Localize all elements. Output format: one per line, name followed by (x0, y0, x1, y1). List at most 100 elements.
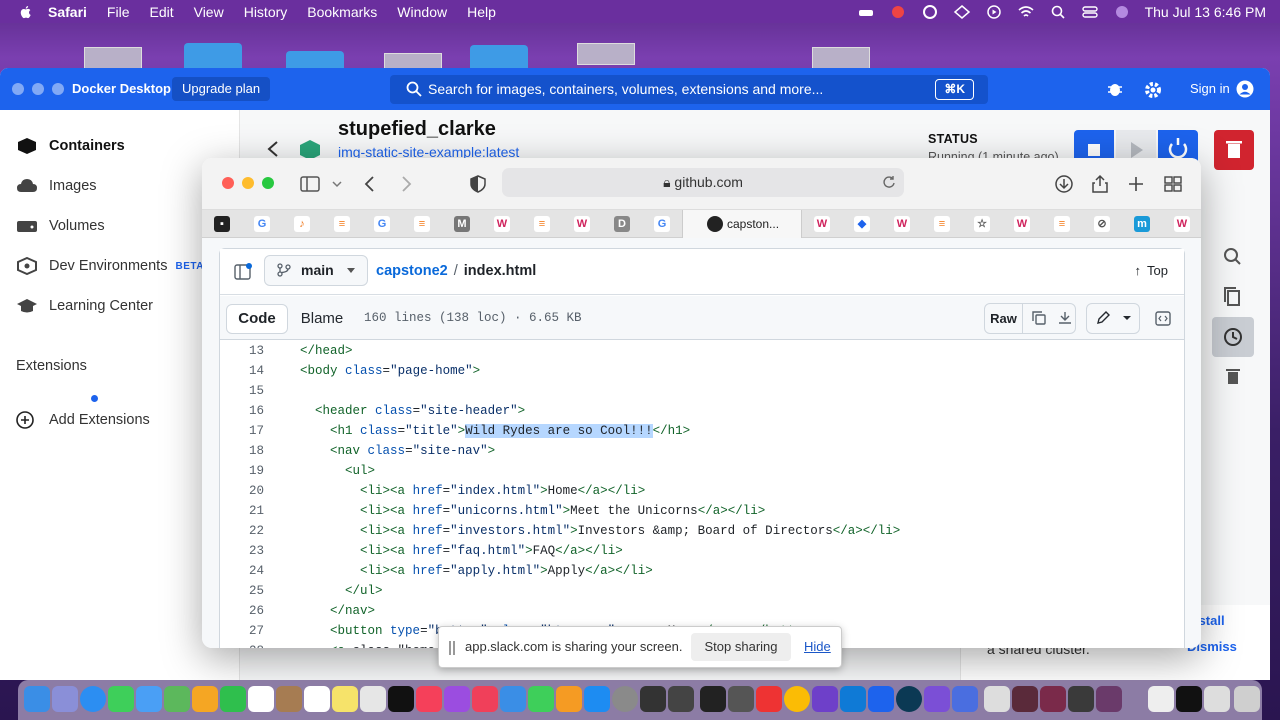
tab-favicon[interactable]: ♪ (294, 216, 310, 232)
history-button[interactable] (1212, 317, 1254, 357)
code-line[interactable]: 18 <nav class="site-nav"> (220, 441, 1184, 461)
share-icon[interactable] (1090, 174, 1110, 194)
bug-icon[interactable] (1106, 80, 1124, 98)
freeform-icon[interactable] (360, 686, 386, 712)
search-logs-button[interactable] (1212, 237, 1254, 277)
visual-studio-icon[interactable] (924, 686, 950, 712)
raw-button[interactable]: Raw (985, 304, 1023, 333)
copy-icon[interactable] (1031, 310, 1047, 326)
line-number[interactable]: 23 (220, 541, 264, 561)
terminal-icon[interactable] (700, 686, 726, 712)
photos-icon[interactable] (192, 686, 218, 712)
pencil-icon[interactable] (1095, 310, 1111, 326)
stackoverflow-tab-icon[interactable]: ≡ (1054, 216, 1070, 232)
tab-favicon[interactable]: W (814, 216, 830, 232)
back-arrow-icon[interactable] (266, 140, 280, 158)
menu-edit[interactable]: Edit (149, 4, 173, 20)
line-number[interactable]: 21 (220, 501, 264, 521)
code-line[interactable]: 17 <h1 class="title">Wild Rydes are so C… (220, 421, 1184, 441)
line-number[interactable]: 20 (220, 481, 264, 501)
launchpad-icon[interactable] (52, 686, 78, 712)
zoom-window-button[interactable] (52, 83, 64, 95)
line-number[interactable]: 15 (220, 381, 264, 401)
tab-favicon[interactable]: D (614, 216, 630, 232)
maps-icon[interactable] (164, 686, 190, 712)
repo-link[interactable]: capstone2 (376, 263, 448, 279)
app-icon[interactable] (640, 686, 666, 712)
docker-tab-icon[interactable]: ◆ (854, 216, 870, 232)
menu-bookmarks[interactable]: Bookmarks (307, 4, 377, 20)
search-icon[interactable] (1049, 5, 1067, 19)
google-tab-icon[interactable]: G (654, 216, 670, 232)
google-tab-icon[interactable]: G (374, 216, 390, 232)
close-window-button[interactable] (222, 177, 234, 189)
desktop-thumbnail[interactable] (812, 47, 870, 69)
control-center-icon[interactable] (1081, 5, 1099, 19)
stop-sharing-button[interactable]: Stop sharing (691, 633, 791, 661)
chevron-down-icon[interactable] (330, 174, 344, 194)
desktop-thumbnail[interactable] (384, 53, 442, 69)
document-thumbnail[interactable] (1176, 686, 1202, 712)
music-icon[interactable] (416, 686, 442, 712)
app-store-icon[interactable] (584, 686, 610, 712)
app-icon[interactable] (728, 686, 754, 712)
wifi-icon[interactable] (1017, 5, 1035, 19)
code-tab[interactable]: Code (226, 304, 288, 334)
copy-button[interactable] (1212, 277, 1254, 317)
sidebar-item-volumes[interactable]: Volumes (16, 217, 105, 235)
line-number[interactable]: 22 (220, 521, 264, 541)
gear-icon[interactable] (1143, 80, 1163, 100)
vpn-icon[interactable] (953, 4, 971, 19)
branch-selector[interactable]: main (264, 255, 368, 286)
upgrade-plan-button[interactable]: Upgrade plan (172, 77, 271, 101)
line-number[interactable]: 25 (220, 581, 264, 601)
github-desktop-icon[interactable] (812, 686, 838, 712)
messages-icon[interactable] (108, 686, 134, 712)
siri-icon[interactable] (1113, 5, 1131, 19)
facetime-icon[interactable] (220, 686, 246, 712)
sidebar-item-images[interactable]: Images (16, 177, 97, 195)
downloads-icon[interactable] (1054, 174, 1074, 194)
trash-icon[interactable] (1234, 686, 1260, 712)
symbols-panel-icon[interactable] (1150, 303, 1176, 334)
code-line[interactable]: 19 <ul> (220, 461, 1184, 481)
code-line[interactable]: 13 </head> (220, 341, 1184, 361)
clear-logs-button[interactable] (1212, 357, 1254, 397)
finder-icon[interactable] (24, 686, 50, 712)
desktop-thumbnail[interactable] (84, 47, 142, 69)
sidebar-item-learning-center[interactable]: Learning Center (16, 297, 153, 315)
mail-icon[interactable] (136, 686, 162, 712)
code-line[interactable]: 26 </nav> (220, 601, 1184, 621)
code-listing[interactable]: 13 </head> 14 <body class="page-home"> 15 16 … (220, 341, 1184, 648)
menu-file[interactable]: File (107, 4, 130, 20)
pages-icon[interactable] (556, 686, 582, 712)
close-window-button[interactable] (12, 83, 24, 95)
app-icon[interactable] (984, 686, 1010, 712)
reminders-icon[interactable] (304, 686, 330, 712)
cloud-status-icon[interactable] (889, 5, 907, 19)
desktop-thumbnail[interactable] (577, 43, 635, 65)
creative-cloud-icon[interactable] (921, 4, 939, 19)
compass-icon[interactable]: ⊘ (1094, 216, 1110, 232)
menu-app-name[interactable]: Safari (48, 4, 87, 20)
document-thumbnail[interactable] (1148, 686, 1174, 712)
tab-favicon[interactable]: M (454, 216, 470, 232)
menu-help[interactable]: Help (467, 4, 496, 20)
drag-handle-icon[interactable] (449, 641, 455, 655)
numbers-icon[interactable] (528, 686, 554, 712)
file-tree-toggle-icon[interactable] (234, 263, 252, 281)
minimize-window-button[interactable] (242, 177, 254, 189)
line-number[interactable]: 26 (220, 601, 264, 621)
code-line[interactable]: 16 <header class="site-header"> (220, 401, 1184, 421)
minimize-window-button[interactable] (32, 83, 44, 95)
code-line[interactable]: 24 <li><a href="apply.html">Apply</a></l… (220, 561, 1184, 581)
sidebar-item-containers[interactable]: Containers (16, 137, 125, 155)
line-number[interactable]: 13 (220, 341, 264, 361)
code-line[interactable]: 23 <li><a href="faq.html">FAQ</a></li> (220, 541, 1184, 561)
code-line[interactable]: 25 </ul> (220, 581, 1184, 601)
back-icon[interactable] (360, 174, 380, 194)
address-bar[interactable]: 🔒︎ github.com (502, 168, 904, 197)
docker-status-icon[interactable] (857, 5, 875, 19)
recent-window-thumbnail[interactable] (1040, 686, 1066, 712)
code-line[interactable]: 14 <body class="page-home"> (220, 361, 1184, 381)
